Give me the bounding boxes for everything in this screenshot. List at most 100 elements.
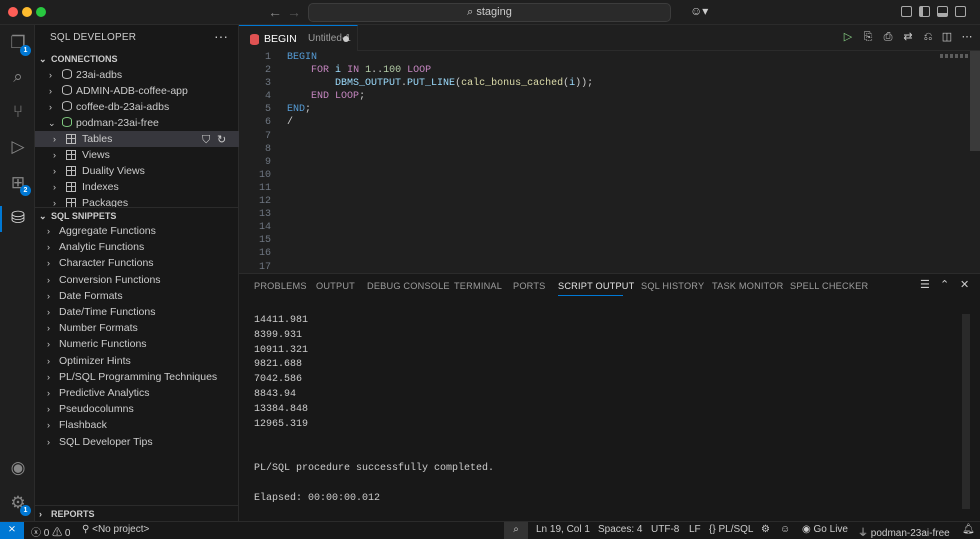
connection-item[interactable]: › coffee-db-23ai-adbs (35, 99, 239, 115)
snippet-item[interactable]: › PL/SQL Programming Techniques (35, 369, 239, 385)
close-panel-icon[interactable]: ✕ (960, 278, 969, 291)
run-script-icon[interactable]: ⎘ (862, 31, 874, 43)
copilot-icon[interactable]: ☺▾ (690, 4, 708, 18)
tree-item-tables[interactable]: › Tables ⛉ ↻ (35, 131, 239, 147)
output-scrollbar[interactable] (962, 314, 970, 509)
snippet-item[interactable]: › SQL Developer Tips (35, 434, 239, 450)
editor-tab-bar: BEGIN Untitled-1 ▷ ⎘ ⎙ ⇄ ⎌ ◫ ⋯ (239, 25, 980, 51)
more-actions-icon[interactable]: ··· (214, 28, 228, 44)
toggle-panel-icon[interactable] (937, 6, 948, 17)
snippet-item[interactable]: › Pseudocolumns (35, 401, 239, 417)
panel-tab-output[interactable]: OUTPUT (316, 281, 355, 291)
toggle-secondary-sidebar-icon[interactable] (955, 6, 966, 17)
snippet-item[interactable]: › Optimizer Hints (35, 353, 239, 369)
panel-tab-terminal[interactable]: TERMINAL (454, 281, 502, 291)
connection-item[interactable]: ⌄ podman-23ai-free (35, 115, 239, 131)
minimap[interactable] (940, 54, 970, 58)
code-lines[interactable]: BEGIN FOR i IN 1..100 LOOP DBMS_OUTPUT.P… (287, 51, 593, 130)
tree-item-indexes[interactable]: › Indexes (35, 179, 239, 195)
explorer-icon[interactable]: ❐ 1 (7, 32, 31, 56)
panel-tab-script-output[interactable]: SCRIPT OUTPUT (558, 281, 634, 291)
rollback-icon[interactable]: ⎌ (922, 31, 934, 43)
extensions-icon[interactable]: ⊞ 2 (7, 172, 31, 196)
commit-icon[interactable]: ⇄ (902, 31, 914, 43)
snippet-item[interactable]: › Aggregate Functions (35, 223, 239, 239)
chevron-right-icon: › (49, 102, 52, 112)
golive-status[interactable]: ◉ Go Live (802, 524, 848, 535)
encoding-status[interactable]: UTF-8 (651, 524, 679, 535)
snippet-item[interactable]: › Date/Time Functions (35, 304, 239, 320)
indentation-status[interactable]: Spaces: 4 (598, 524, 642, 535)
snippets-section-header[interactable]: ⌄ SQL SNIPPETS (35, 207, 239, 223)
unsaved-dot-icon[interactable] (343, 36, 349, 42)
script-output[interactable]: 14411.981 8399.931 10911.321 9821.688 7042.5… (254, 314, 494, 506)
snippet-item[interactable]: › Character Functions (35, 255, 239, 271)
panel-tab-spell-checker[interactable]: SPELL CHECKER (790, 281, 868, 291)
maximize-window-button[interactable] (36, 7, 46, 17)
output-line: 8843.94 (254, 388, 297, 400)
snippet-label: Predictive Analytics (59, 387, 150, 399)
tree-item-duality-views[interactable]: › Duality Views (35, 163, 239, 179)
run-icon[interactable]: ▷ (842, 31, 854, 43)
panel-tab-problems[interactable]: PROBLEMS (254, 281, 307, 291)
filter-icon[interactable]: ⛉ (202, 132, 210, 148)
editor-scrollbar[interactable] (970, 51, 980, 151)
maximize-panel-icon[interactable]: ⌃ (940, 278, 949, 291)
zoom-icon[interactable]: ⌕ (504, 522, 528, 539)
cursor-position[interactable]: Ln 19, Col 1 (536, 524, 590, 535)
connection-item[interactable]: › ADMIN-ADB-coffee-app (35, 83, 239, 99)
eol-status[interactable]: LF (689, 524, 701, 535)
search-icon[interactable]: ⌕ (7, 66, 29, 88)
snippet-item[interactable]: › Numeric Functions (35, 336, 239, 352)
snippet-item[interactable]: › Date Formats (35, 288, 239, 304)
list-filter-icon[interactable]: ☰ (920, 278, 930, 291)
copilot-status-icon[interactable]: ☺ (780, 524, 790, 535)
minimize-window-button[interactable] (22, 7, 32, 17)
language-status[interactable]: {} PL/SQL (709, 524, 754, 535)
remote-icon[interactable]: ⨯ (0, 522, 24, 539)
command-center-search[interactable]: ⌕ staging (308, 3, 671, 22)
snippet-item[interactable]: › Conversion Functions (35, 272, 239, 288)
code-editor[interactable]: 1 2 3 4 5 6 7 8 9 10 11 12 13 14 15 16 17 BEGIN FOR i IN… (239, 51, 980, 273)
snippet-label: Numeric Functions (59, 338, 147, 351)
snippet-label: Date Formats (59, 289, 123, 302)
connection-item[interactable]: › 23ai-adbs (35, 67, 239, 83)
panel-tab-ports[interactable]: PORTS (513, 281, 545, 291)
snippet-item[interactable]: › Predictive Analytics (35, 385, 239, 401)
panel-tab-debug-console[interactable]: DEBUG CONSOLE (367, 281, 450, 291)
active-indicator (0, 206, 2, 232)
manage-gear-icon[interactable]: ⚙ 1 (7, 492, 31, 516)
project-status[interactable]: ⚲ <No project> (82, 524, 149, 535)
snippet-item[interactable]: › Flashback (35, 417, 239, 433)
layout-editor-icon[interactable] (901, 6, 912, 17)
back-arrow-icon[interactable]: ← (268, 4, 282, 20)
more-actions-icon[interactable]: ⋯ (961, 31, 973, 43)
sql-developer-icon[interactable]: ⛁ (7, 207, 29, 229)
toggle-sidebar-icon[interactable] (919, 6, 930, 17)
reports-section-header[interactable]: › REPORTS (35, 505, 239, 521)
line-number: 16 (258, 248, 271, 260)
connections-section-header[interactable]: ⌄ CONNECTIONS (35, 51, 239, 67)
chevron-right-icon: › (47, 436, 50, 447)
split-editor-icon[interactable]: ◫ (941, 31, 953, 43)
run-debug-icon[interactable]: ▷ (7, 136, 29, 158)
editor-tab[interactable]: BEGIN Untitled-1 (239, 25, 358, 51)
chevron-right-icon: › (47, 258, 50, 269)
panel-tab-sql-history[interactable]: SQL HISTORY (641, 281, 704, 291)
panel-tab-task-monitor[interactable]: TASK MONITOR (712, 281, 783, 291)
source-control-icon[interactable]: ⑂ (7, 101, 29, 123)
forward-arrow-icon[interactable]: → (287, 4, 301, 20)
explain-plan-icon[interactable]: ⎙ (882, 31, 894, 43)
snippet-item[interactable]: › Analytic Functions (35, 239, 239, 255)
bell-icon[interactable]: 🔔︎ (962, 524, 975, 535)
refresh-icon[interactable]: ↻ (217, 132, 226, 148)
connection-status[interactable]: ⏚ podman-23ai-free (858, 524, 950, 539)
connection-label: ADMIN-ADB-coffee-app (76, 85, 188, 97)
notifications-settings-icon[interactable]: ⚙ (761, 524, 770, 535)
close-window-button[interactable] (8, 7, 18, 17)
problems-status[interactable]: ⓧ 0 ⚠ 0 (31, 524, 70, 539)
snippet-item[interactable]: › Number Formats (35, 320, 239, 336)
tree-item-views[interactable]: › Views (35, 147, 239, 163)
account-icon[interactable]: ◉ (7, 457, 29, 479)
